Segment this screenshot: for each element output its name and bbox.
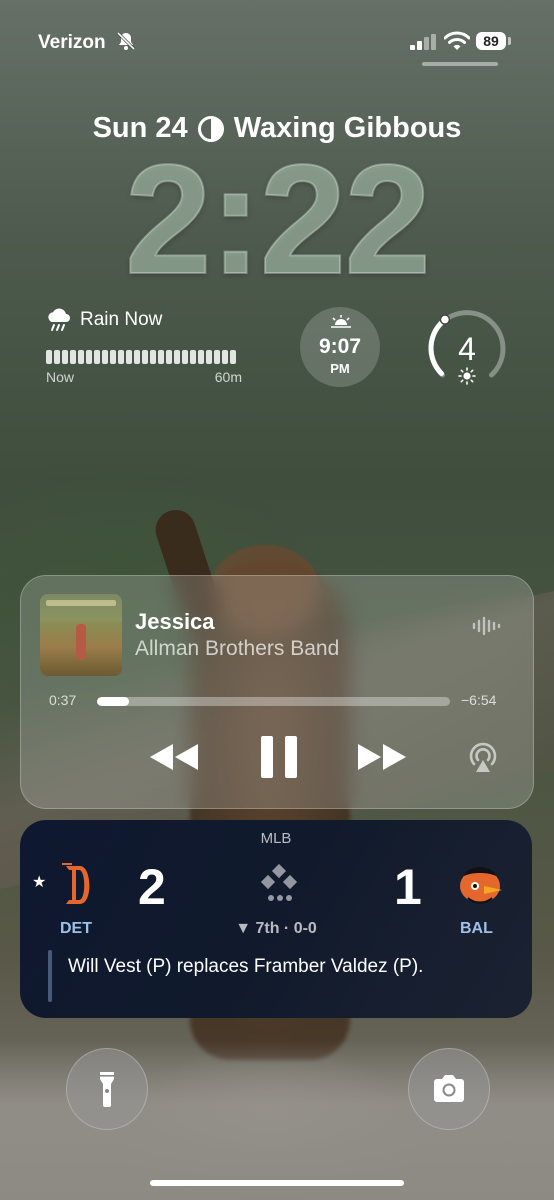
elapsed-time: 0:37 <box>49 692 77 708</box>
control-center-grabber[interactable] <box>422 62 498 66</box>
away-team-abbr: BAL <box>460 920 493 937</box>
sun-icon <box>458 367 476 385</box>
home-score: 2 <box>138 859 166 915</box>
playback-progress-fill <box>97 697 129 706</box>
sunset-time: 9:07 <box>318 335 362 358</box>
league-label: MLB <box>260 830 292 847</box>
pause-icon[interactable] <box>259 734 299 780</box>
last-play-text: Will Vest (P) replaces Framber Valdez (P… <box>68 956 424 977</box>
sunset-icon <box>331 315 351 328</box>
fast-forward-icon[interactable] <box>356 742 408 772</box>
cloud-rain-icon <box>48 308 70 331</box>
rain-bars <box>46 350 246 366</box>
playback-scrubber[interactable] <box>97 697 450 706</box>
flashlight-button[interactable] <box>66 1048 148 1130</box>
favorite-team-star: ★ <box>32 874 47 891</box>
battery-icon: 89 <box>476 32 506 50</box>
waveform-icon <box>472 616 501 636</box>
song-title: Jessica <box>135 609 215 634</box>
away-score: 1 <box>394 859 422 915</box>
rain-title: Rain Now <box>80 309 163 330</box>
tigers-logo <box>62 863 90 904</box>
rain-start-label: Now <box>46 369 75 385</box>
status-bar: Verizon 89 <box>0 0 554 80</box>
camera-icon <box>434 1075 464 1102</box>
rewind-icon[interactable] <box>148 742 200 772</box>
orioles-logo <box>460 867 502 904</box>
rain-widget[interactable]: Rain Now Now 60m <box>46 308 246 385</box>
bases-diamond-icon <box>260 864 298 901</box>
sunset-ampm: PM <box>330 361 350 376</box>
lock-clock: 2:22 <box>124 133 432 307</box>
uv-index-value: 4 <box>458 331 476 367</box>
bell-slash-icon <box>116 31 136 51</box>
uv-index-widget[interactable]: 4 <box>424 305 510 391</box>
play-indicator <box>48 950 52 1002</box>
artist-name: Allman Brothers Band <box>135 637 340 660</box>
inning-status: ▼ 7th · 0-0 <box>235 920 317 937</box>
now-playing-widget[interactable]: Jessica Allman Brothers Band 0:37 −6:54 <box>20 575 534 809</box>
mlb-score-widget[interactable]: MLB ★ 2 1 DET ▼ 7th · 0-0 BAL Will Vest … <box>20 820 532 1018</box>
home-indicator[interactable] <box>150 1180 404 1186</box>
airplay-icon[interactable] <box>466 740 500 774</box>
camera-button[interactable] <box>408 1048 490 1130</box>
cellular-signal-icon <box>410 34 436 50</box>
sunset-widget[interactable]: 9:07 PM <box>300 307 380 387</box>
rain-end-label: 60m <box>214 369 242 385</box>
flashlight-icon <box>100 1072 114 1107</box>
remaining-time: −6:54 <box>461 692 497 708</box>
battery-nub <box>508 37 511 45</box>
carrier-label: Verizon <box>38 32 106 53</box>
wifi-icon <box>444 31 470 50</box>
album-art[interactable] <box>40 594 122 676</box>
